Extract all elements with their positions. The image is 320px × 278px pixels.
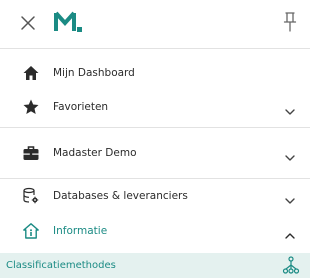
sidebar-header: [0, 0, 310, 48]
nav-item-label: Databases & leveranciers: [53, 190, 188, 202]
pin-icon[interactable]: [283, 11, 297, 33]
subitem-classificatiemethodes[interactable]: Classificatiemethodes: [0, 253, 310, 278]
chevron-down-icon[interactable]: [284, 102, 296, 115]
home-icon: [22, 64, 40, 82]
madaster-logo[interactable]: [53, 10, 85, 36]
nav-item-label: Favorieten: [53, 101, 109, 113]
nav-item-label: Informatie: [53, 225, 108, 237]
nav-item-madaster-demo[interactable]: Madaster Demo: [0, 135, 310, 171]
divider: [0, 127, 310, 128]
info-home-icon: [22, 222, 40, 240]
nav-item-databases[interactable]: Databases & leveranciers: [0, 178, 310, 214]
subitem-label: Classificatiemethodes: [6, 260, 116, 271]
nav-item-dashboard[interactable]: Mijn Dashboard: [0, 55, 310, 91]
briefcase-icon: [22, 144, 40, 162]
chevron-down-icon[interactable]: [284, 191, 296, 204]
nav-item-informatie[interactable]: Informatie: [0, 213, 310, 249]
chevron-down-icon[interactable]: [284, 148, 296, 161]
nav-item-label: Madaster Demo: [53, 147, 137, 159]
divider: [0, 48, 310, 49]
nav-item-favorites[interactable]: Favorieten: [0, 89, 310, 125]
nav-item-label: Mijn Dashboard: [53, 67, 135, 79]
close-icon[interactable]: [18, 13, 38, 33]
hierarchy-icon: [282, 256, 300, 275]
database-settings-icon: [22, 187, 40, 205]
star-icon: [22, 98, 40, 116]
chevron-up-icon[interactable]: [284, 226, 296, 239]
